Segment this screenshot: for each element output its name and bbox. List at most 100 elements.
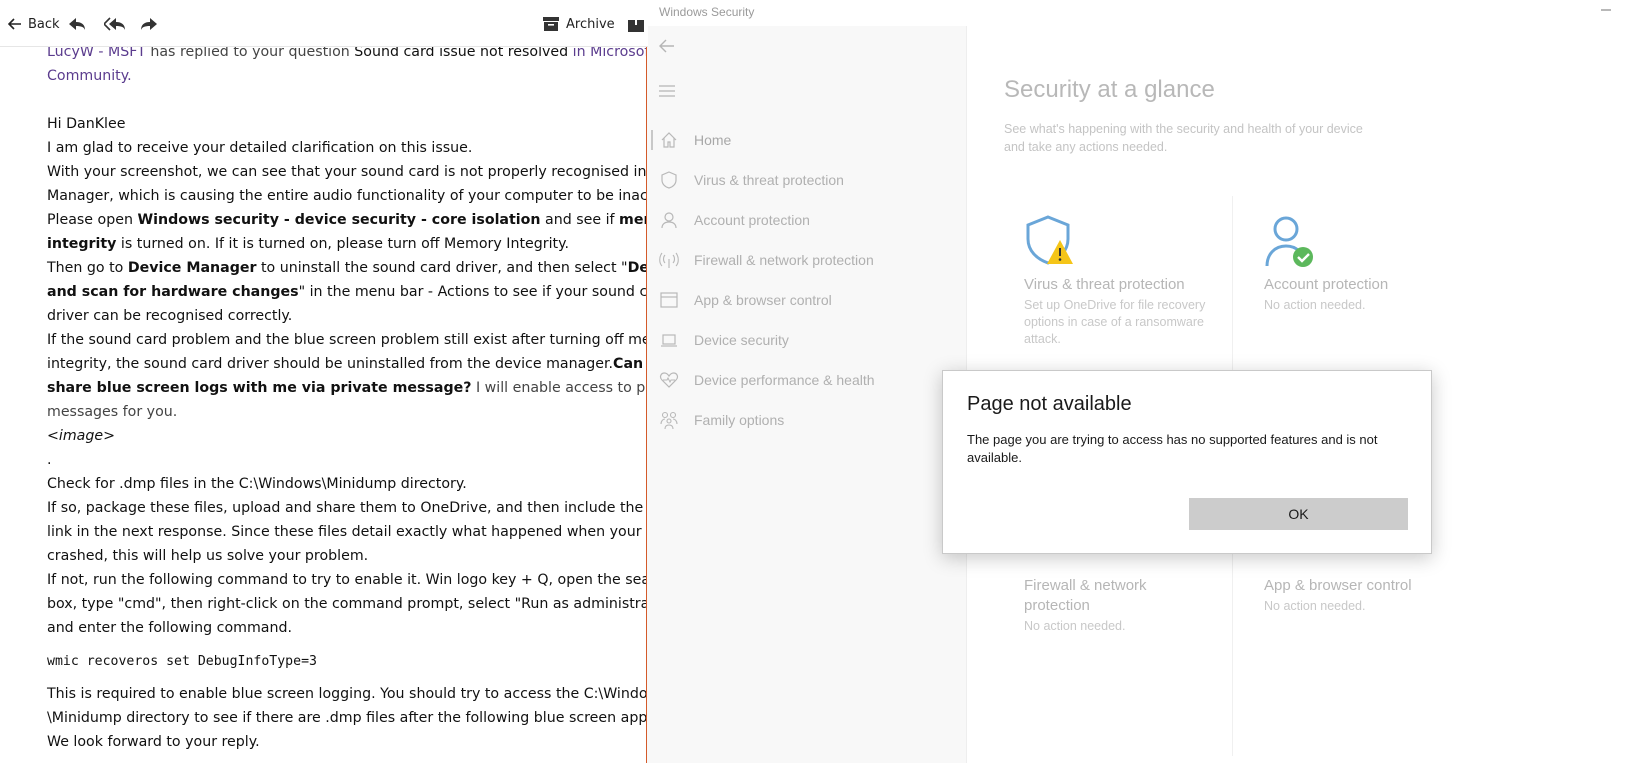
tile-title: Firewall & network protection	[1024, 577, 1147, 614]
tile-title: App & browser control	[1264, 577, 1412, 594]
community-link[interactable]: Community.	[47, 68, 132, 84]
dot-line: .	[47, 452, 52, 468]
mail-window: Back Archive LucyW - MSFT has replied to…	[0, 0, 648, 763]
family-icon	[660, 411, 678, 430]
intro-line-2: Community.	[47, 64, 648, 88]
body-line: If the sound card problem and the blue s…	[47, 332, 648, 348]
body-line: box, type "cmd", then right-click on the…	[47, 596, 648, 612]
body-line: This is required to enable blue screen l…	[47, 686, 648, 702]
heart-icon	[659, 372, 679, 388]
dialog-title: Page not available	[967, 393, 1132, 415]
bold-run: share blue screen logs with me via priva…	[47, 380, 472, 396]
archive-icon	[543, 17, 559, 31]
reply-all-button[interactable]	[104, 13, 126, 35]
shield-warning-icon	[1026, 215, 1073, 265]
bold-run: and scan for hardware changes	[47, 284, 299, 300]
body-line: link in the next response. Since these f…	[47, 524, 648, 540]
image-placeholder: <image>	[47, 424, 648, 448]
body-line: Then go to Device Manager to uninstall t…	[47, 256, 648, 280]
reply-button[interactable]	[68, 13, 86, 35]
body-line: We look forward to your reply.	[47, 734, 260, 750]
text-run: I will enable access to private	[475, 380, 648, 396]
nav-label: Account protection	[694, 212, 810, 228]
body-line: integrity is turned on. If it is turned …	[47, 232, 648, 256]
page-not-available-dialog: Page not available The page you are tryi…	[942, 370, 1432, 554]
tile-description: No action needed.	[1264, 298, 1366, 312]
image-placeholder-text: <image>	[47, 428, 115, 444]
nav-label: App & browser control	[694, 292, 832, 308]
body-line: share blue screen logs with me via priva…	[47, 376, 648, 400]
bold-run: Detect	[627, 260, 648, 276]
nav-label: Device security	[694, 332, 789, 348]
nav-item-family-options[interactable]: Family options	[647, 406, 967, 434]
nav-label: Device performance & health	[694, 372, 875, 388]
text-run: Please open	[47, 212, 138, 228]
nav-item-device-performance[interactable]: Device performance & health	[647, 366, 967, 394]
text-run: " in the menu bar - Actions to see if yo…	[298, 284, 648, 300]
nav-label: Family options	[694, 412, 785, 428]
nav-item-account-protection[interactable]: Account protection	[647, 206, 967, 234]
body-line: With your screenshot, we can see that yo…	[47, 164, 648, 180]
person-check-icon	[1265, 216, 1313, 267]
bold-run: Device Manager	[127, 260, 257, 276]
body-line: messages for you.	[47, 404, 178, 420]
tile-firewall[interactable]: Firewall & network protection No action …	[1024, 576, 1224, 635]
page-title: Security at a glance	[1004, 76, 1215, 103]
minimize-icon	[1601, 9, 1611, 11]
greeting: Hi DanKlee	[47, 116, 126, 132]
mail-toolbar: Back Archive	[0, 0, 648, 47]
nav-item-app-browser[interactable]: App & browser control	[647, 286, 967, 314]
body-line: integrity, the sound card driver should …	[47, 352, 648, 376]
text-run: Then go to	[47, 260, 128, 276]
nav-item-device-security[interactable]: Device security	[647, 326, 967, 354]
reply-all-icon	[104, 17, 125, 31]
arrow-left-icon	[659, 39, 674, 53]
command-code: wmic recoveros set DebugInfoType=3	[47, 654, 317, 669]
body-line: driver can be recognised correctly.	[47, 308, 293, 324]
bold-run: integrity	[47, 236, 117, 252]
hamburger-menu-button[interactable]	[659, 82, 675, 101]
nav-item-firewall[interactable]: Firewall & network protection	[647, 246, 967, 274]
move-icon	[628, 16, 644, 32]
browser-window-icon	[660, 292, 678, 308]
minimize-button[interactable]	[1600, 4, 1612, 20]
nav-back-button[interactable]	[659, 38, 675, 57]
body-line: If so, package these files, upload and s…	[47, 500, 648, 516]
forward-button[interactable]	[140, 13, 158, 35]
bold-run: Can you	[613, 356, 648, 372]
tile-app-browser[interactable]: App & browser control No action needed.	[1264, 576, 1464, 615]
tile-virus-threat[interactable]: Virus & threat protection Set up OneDriv…	[1024, 214, 1224, 348]
body-line: and scan for hardware changes" in the me…	[47, 280, 648, 304]
antenna-icon	[659, 252, 679, 268]
text-run: and see if	[540, 212, 620, 228]
ok-button[interactable]: OK	[1189, 498, 1408, 530]
nav-item-home[interactable]: Home	[647, 126, 967, 154]
title-bar: Windows Security	[647, 0, 1629, 26]
text-run: is turned on. If it is turned on, please…	[116, 236, 569, 252]
nav-label: Virus & threat protection	[694, 172, 844, 188]
nav-item-virus-threat[interactable]: Virus & threat protection	[647, 166, 967, 194]
body-line: If not, run the following command to try…	[47, 572, 648, 588]
tile-title: Virus & threat protection	[1024, 276, 1185, 293]
home-icon	[661, 132, 677, 148]
archive-label: Archive	[566, 16, 615, 32]
body-line: Manager, which is causing the entire aud…	[47, 188, 648, 204]
move-button[interactable]	[628, 13, 644, 35]
back-label: Back	[28, 16, 60, 32]
reply-icon	[69, 18, 85, 30]
tile-description: No action needed.	[1264, 599, 1366, 613]
tile-title: Account protection	[1264, 276, 1389, 293]
text-run: integrity, the sound card driver should …	[47, 356, 614, 372]
nav-label: Firewall & network protection	[694, 252, 874, 268]
tile-account-protection[interactable]: Account protection No action needed.	[1264, 214, 1464, 314]
tile-description: No action needed.	[1024, 619, 1126, 633]
forward-icon	[141, 18, 157, 30]
nav-label: Home	[694, 132, 732, 148]
dialog-message: The page you are trying to access has no…	[967, 432, 1378, 465]
shield-icon	[661, 171, 677, 189]
archive-button[interactable]: Archive	[543, 13, 615, 35]
arrow-left-icon	[8, 18, 21, 30]
back-button[interactable]: Back	[8, 13, 60, 35]
hamburger-icon	[659, 85, 675, 97]
body-line: I am glad to receive your detailed clari…	[47, 140, 473, 156]
